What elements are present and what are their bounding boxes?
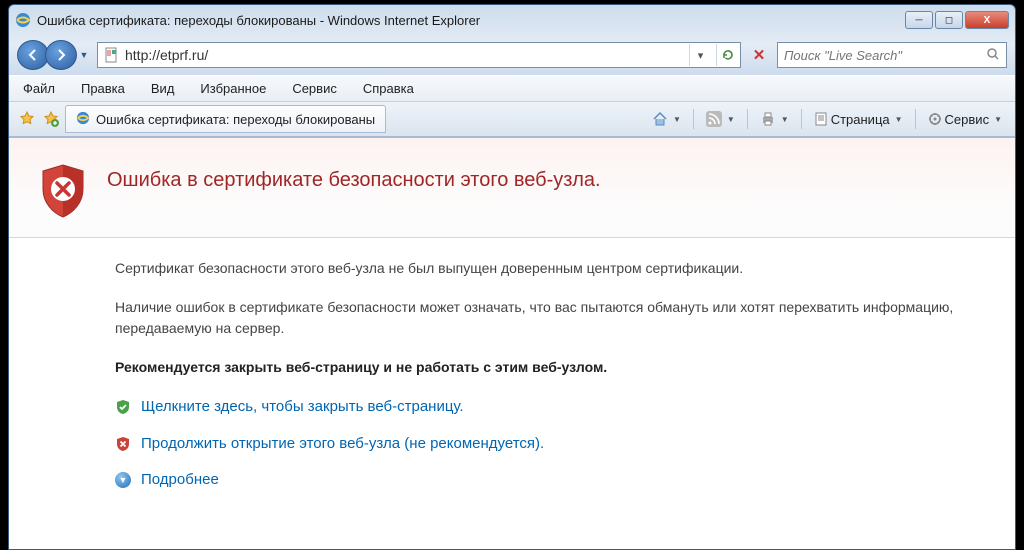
x-shield-icon — [115, 436, 131, 452]
separator — [915, 109, 916, 129]
certificate-error-page: Ошибка в сертификате безопасности этого … — [9, 138, 1015, 522]
chevron-down-icon: ▼ — [727, 115, 735, 124]
search-input[interactable] — [784, 48, 980, 63]
shield-error-icon — [39, 163, 87, 219]
window-controls: ─ ◻ X — [905, 11, 1009, 29]
cert-banner: Ошибка в сертификате безопасности этого … — [9, 138, 1015, 238]
page-menu-label: Страница — [831, 112, 890, 127]
tab-title: Ошибка сертификата: переходы блокированы — [96, 112, 375, 127]
menu-file[interactable]: Файл — [19, 79, 59, 98]
content-area: Ошибка в сертификате безопасности этого … — [9, 137, 1015, 549]
menu-help[interactable]: Справка — [359, 79, 418, 98]
refresh-button[interactable] — [716, 44, 738, 66]
search-icon[interactable] — [986, 47, 1000, 64]
more-info-text: Подробнее — [141, 469, 219, 492]
separator — [747, 109, 748, 129]
cert-para-1: Сертификат безопасности этого веб-узла н… — [115, 258, 985, 279]
home-button[interactable]: ▼ — [647, 107, 686, 131]
rss-button[interactable]: ▼ — [701, 107, 740, 131]
separator — [693, 109, 694, 129]
nav-history-dropdown[interactable]: ▼ — [77, 40, 91, 70]
chevron-down-icon: ▼ — [994, 115, 1002, 124]
close-button[interactable]: X — [965, 11, 1009, 29]
chevron-down-icon: ▼ — [673, 115, 681, 124]
menu-edit[interactable]: Правка — [77, 79, 129, 98]
menu-bar: Файл Правка Вид Избранное Сервис Справка — [9, 75, 1015, 102]
minimize-button[interactable]: ─ — [905, 11, 933, 29]
separator — [801, 109, 802, 129]
add-favorite-icon[interactable] — [41, 109, 61, 129]
check-shield-icon — [115, 399, 131, 415]
search-box[interactable] — [777, 42, 1007, 68]
close-page-link[interactable]: Щелкните здесь, чтобы закрыть веб-страни… — [115, 396, 985, 419]
chevron-down-icon: ▼ — [895, 115, 903, 124]
cert-recommendation: Рекомендуется закрыть веб-страницу и не … — [115, 357, 985, 378]
close-page-text: Щелкните здесь, чтобы закрыть веб-страни… — [141, 396, 464, 419]
tab-icon — [76, 111, 90, 128]
browser-window: Ошибка сертификата: переходы блокированы… — [8, 4, 1016, 550]
cert-body: Сертификат безопасности этого веб-узла н… — [39, 238, 985, 492]
more-info-link[interactable]: ▼ Подробнее — [115, 469, 985, 492]
address-url: http://etprf.ru/ — [125, 47, 684, 63]
address-dropdown[interactable]: ▾ — [689, 44, 711, 66]
service-menu-label: Сервис — [945, 112, 990, 127]
chevron-down-icon: ▼ — [781, 115, 789, 124]
menu-tools[interactable]: Сервис — [288, 79, 341, 98]
address-bar[interactable]: http://etprf.ru/ ▾ — [97, 42, 741, 68]
stop-button[interactable]: ✕ — [747, 43, 771, 67]
page-icon — [104, 47, 120, 63]
service-menu[interactable]: Сервис ▼ — [923, 107, 1007, 131]
print-button[interactable]: ▼ — [755, 107, 794, 131]
continue-link-text: Продолжить открытие этого веб-узла (не р… — [141, 433, 544, 456]
cert-error-heading: Ошибка в сертификате безопасности этого … — [107, 163, 601, 192]
titlebar: Ошибка сертификата: переходы блокированы… — [9, 5, 1015, 35]
page-menu[interactable]: Страница ▼ — [809, 107, 908, 131]
window-title: Ошибка сертификата: переходы блокированы… — [37, 13, 905, 28]
browser-tab[interactable]: Ошибка сертификата: переходы блокированы — [65, 105, 386, 133]
expand-icon: ▼ — [115, 472, 131, 488]
continue-link[interactable]: Продолжить открытие этого веб-узла (не р… — [115, 433, 985, 456]
ie-icon — [15, 12, 31, 28]
nav-bar: ▼ http://etprf.ru/ ▾ ✕ — [9, 35, 1015, 75]
favorites-star-icon[interactable] — [17, 109, 37, 129]
menu-favorites[interactable]: Избранное — [196, 79, 270, 98]
menu-view[interactable]: Вид — [147, 79, 179, 98]
cert-para-2: Наличие ошибок в сертификате безопасност… — [115, 297, 985, 339]
nav-arrows: ▼ — [17, 40, 91, 70]
maximize-button[interactable]: ◻ — [935, 11, 963, 29]
forward-button[interactable] — [45, 40, 77, 70]
toolbar: Ошибка сертификата: переходы блокированы… — [9, 102, 1015, 137]
